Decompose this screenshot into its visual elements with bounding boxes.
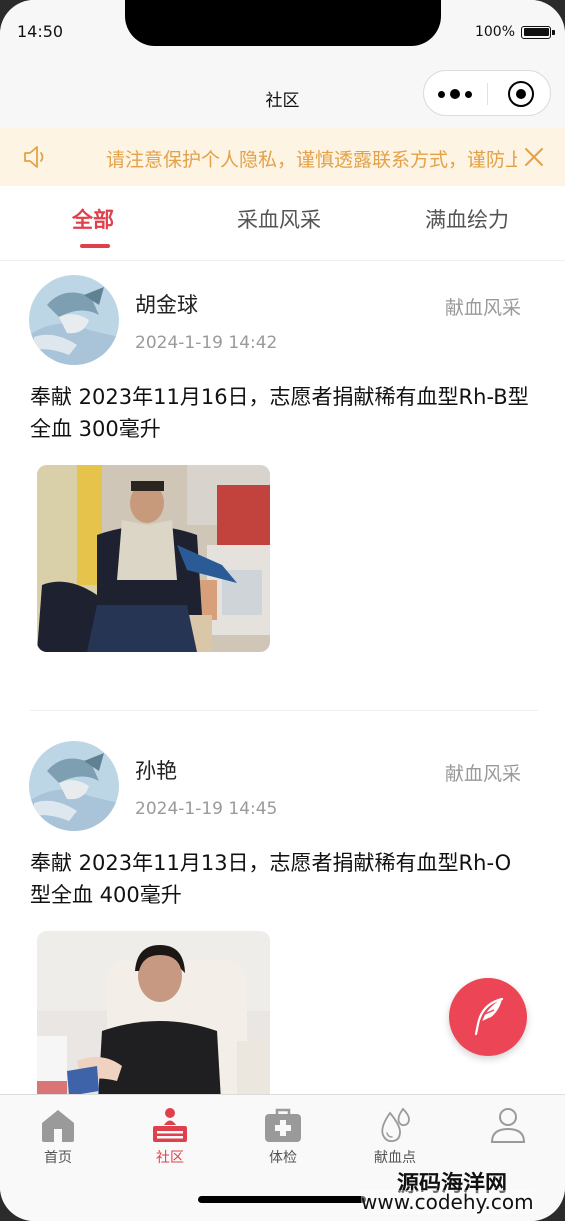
- more-icon[interactable]: [438, 85, 472, 103]
- feather-pen-icon: [474, 997, 504, 1036]
- tabbar-label: 献血点: [374, 1150, 416, 1166]
- category-tabs: 全部 采血风采 满血绘力: [0, 186, 565, 261]
- notice-text: 请注意保护个人隐私，谨慎透露联系方式，谨防上当受骗: [106, 149, 517, 171]
- tabbar-item-home[interactable]: 首页: [18, 1105, 98, 1167]
- tabbar-label: 首页: [44, 1150, 72, 1166]
- post-category: 献血风采: [444, 297, 521, 319]
- speaker-icon: [24, 146, 44, 168]
- post-content: 奉献 2023年11月13日，志愿者捐献稀有血型Rh-O型全血 400毫升: [30, 851, 512, 907]
- battery-icon: [521, 25, 555, 39]
- active-tab-indicator: [80, 244, 110, 248]
- post-content: 奉献 2023年11月16日，志愿者捐献稀有血型Rh-B型全血 300毫升: [30, 385, 529, 441]
- post-photo[interactable]: [37, 931, 270, 1094]
- author-name[interactable]: 孙艳: [135, 755, 177, 785]
- tabbar-label: 社区: [156, 1150, 184, 1166]
- tabbar-item-profile[interactable]: [468, 1105, 548, 1147]
- status-time: 14:50: [17, 22, 64, 41]
- post-photo[interactable]: [37, 465, 270, 652]
- post-divider: [30, 710, 538, 711]
- close-mini-program-icon[interactable]: [508, 81, 534, 107]
- compose-post-button[interactable]: [449, 978, 527, 1056]
- mini-program-capsule: [423, 70, 551, 116]
- tabbar-label: 体检: [269, 1150, 297, 1166]
- camera-notch: [125, 0, 441, 46]
- tabbar-item-community[interactable]: 社区: [130, 1105, 210, 1167]
- post-time: 2024-1-19 14:42: [135, 333, 278, 353]
- battery-percent: 100%: [474, 24, 515, 40]
- watermark-url: www.codehy.com: [361, 1190, 534, 1214]
- community-icon: [153, 1108, 187, 1142]
- notice-close-icon[interactable]: [523, 146, 545, 168]
- user-icon: [490, 1108, 526, 1143]
- author-name[interactable]: 胡金球: [135, 289, 198, 319]
- avatar[interactable]: [29, 741, 119, 831]
- avatar[interactable]: [29, 275, 119, 365]
- capsule-divider: [487, 83, 488, 105]
- home-indicator: [198, 1196, 366, 1203]
- navigation-bar: 社区: [0, 62, 565, 128]
- medical-kit-icon: [265, 1108, 301, 1142]
- status-right: 100%: [474, 24, 555, 40]
- notice-bar: 请注意保护个人隐私，谨慎透露联系方式，谨防上当受骗: [0, 128, 565, 186]
- post-time: 2024-1-19 14:45: [135, 799, 278, 819]
- notice-viewport: 请注意保护个人隐私，谨慎透露联系方式，谨防上当受骗: [70, 128, 517, 186]
- tab-full-power[interactable]: 满血绘力: [425, 204, 509, 234]
- tabbar-item-checkup[interactable]: 体检: [243, 1105, 323, 1167]
- home-icon: [42, 1110, 74, 1142]
- blood-drop-icon: [381, 1107, 410, 1143]
- tab-collection-style[interactable]: 采血风采: [237, 204, 321, 234]
- post-category: 献血风采: [444, 763, 521, 785]
- post-feed[interactable]: 胡金球 献血风采 2024-1-19 14:42 奉献 2023年11月16日，…: [0, 261, 565, 1094]
- phone-screen: 14:50 100% 社区 请注意保护个人隐私，谨慎透露联系方式，谨防上当受骗 …: [0, 0, 565, 1221]
- tab-all[interactable]: 全部: [72, 204, 114, 234]
- tabbar-item-donation-point[interactable]: 献血点: [355, 1105, 435, 1167]
